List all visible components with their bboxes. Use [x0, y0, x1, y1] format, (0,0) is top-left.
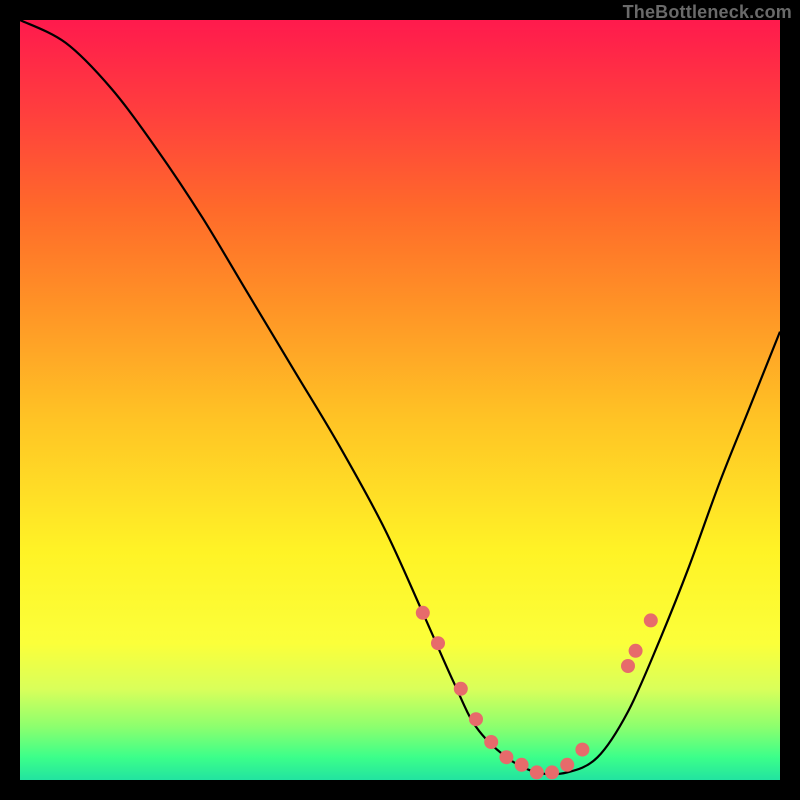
highlight-dots [416, 606, 658, 780]
highlight-dot [469, 712, 483, 726]
highlight-dot [575, 743, 589, 757]
highlight-dot [560, 758, 574, 772]
chart-svg [20, 20, 780, 780]
highlight-dot [629, 644, 643, 658]
highlight-dot [454, 682, 468, 696]
bottleneck-curve [20, 20, 780, 774]
highlight-dot [499, 750, 513, 764]
highlight-dot [621, 659, 635, 673]
chart-frame [20, 20, 780, 780]
highlight-dot [515, 758, 529, 772]
highlight-dot [644, 613, 658, 627]
highlight-dot [416, 606, 430, 620]
watermark-text: TheBottleneck.com [623, 2, 792, 23]
highlight-dot [484, 735, 498, 749]
highlight-dot [545, 765, 559, 779]
highlight-dot [431, 636, 445, 650]
highlight-dot [530, 765, 544, 779]
